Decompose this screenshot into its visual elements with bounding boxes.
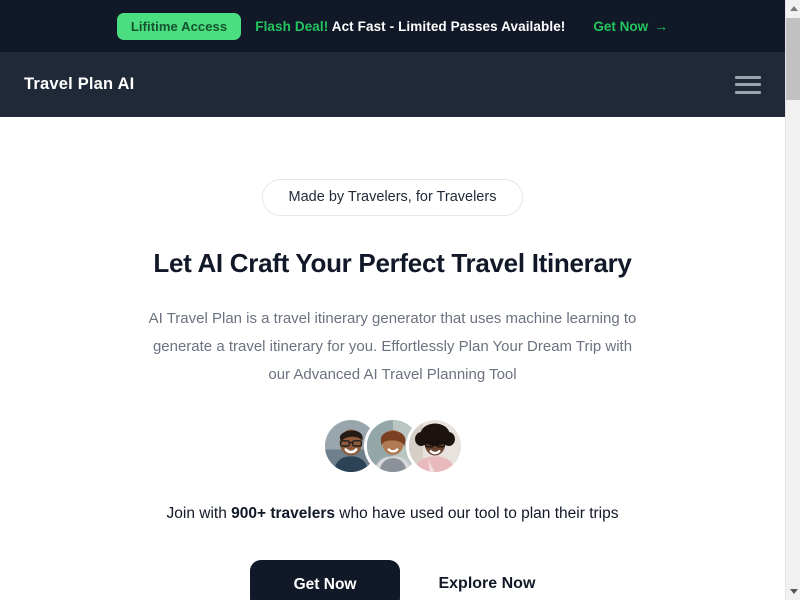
scroll-up-arrow[interactable] xyxy=(786,0,800,17)
social-proof-count: 900+ travelers xyxy=(231,504,335,522)
hero-badge: Made by Travelers, for Travelers xyxy=(261,179,524,216)
promo-message-text: Act Fast - Limited Passes Available! xyxy=(331,18,566,34)
promo-message: Flash Deal! Act Fast - Limited Passes Av… xyxy=(255,19,565,34)
promo-cta-label: Get Now xyxy=(593,18,649,34)
page-title: Let AI Craft Your Perfect Travel Itinera… xyxy=(153,247,632,278)
social-proof-prefix: Join with xyxy=(166,504,232,522)
hero-subtitle: AI Travel Plan is a travel itinerary gen… xyxy=(148,309,637,383)
hero-section: Made by Travelers, for Travelers Let AI … xyxy=(0,117,785,600)
hamburger-icon[interactable] xyxy=(735,75,761,95)
lifetime-access-badge[interactable]: Lifitime Access xyxy=(116,12,242,40)
page-content: Lifitime Access Flash Deal! Act Fast - L… xyxy=(0,0,785,600)
triangle-down-icon xyxy=(789,589,798,594)
get-now-button[interactable]: Get Now xyxy=(249,559,401,600)
hamburger-bar-2 xyxy=(735,83,761,86)
browser-viewport: Lifitime Access Flash Deal! Act Fast - L… xyxy=(0,0,800,600)
avatar-traveler-3 xyxy=(405,416,464,475)
hamburger-bar-3 xyxy=(735,90,761,94)
arrow-right-icon: → xyxy=(654,18,669,34)
avatar-group xyxy=(321,416,464,475)
scroll-thumb[interactable] xyxy=(786,18,800,100)
promo-banner: Lifitime Access Flash Deal! Act Fast - L… xyxy=(0,0,785,52)
hamburger-bar-1 xyxy=(735,75,761,79)
vertical-scrollbar[interactable] xyxy=(785,0,800,600)
scroll-down-arrow[interactable] xyxy=(786,583,800,600)
promo-get-now-link[interactable]: Get Now → xyxy=(593,19,668,34)
promo-highlight: Flash Deal! xyxy=(255,18,329,34)
brand-logo[interactable]: Travel Plan AI xyxy=(24,75,134,94)
social-proof-text: Join with 900+ travelers who have used o… xyxy=(143,499,643,528)
social-proof-suffix: who have used our tool to plan their tri… xyxy=(335,504,619,522)
triangle-up-icon xyxy=(789,6,798,11)
explore-now-button[interactable]: Explore Now xyxy=(438,575,535,593)
navbar: Travel Plan AI xyxy=(0,52,785,117)
cta-row: Get Now Explore Now xyxy=(249,559,535,600)
